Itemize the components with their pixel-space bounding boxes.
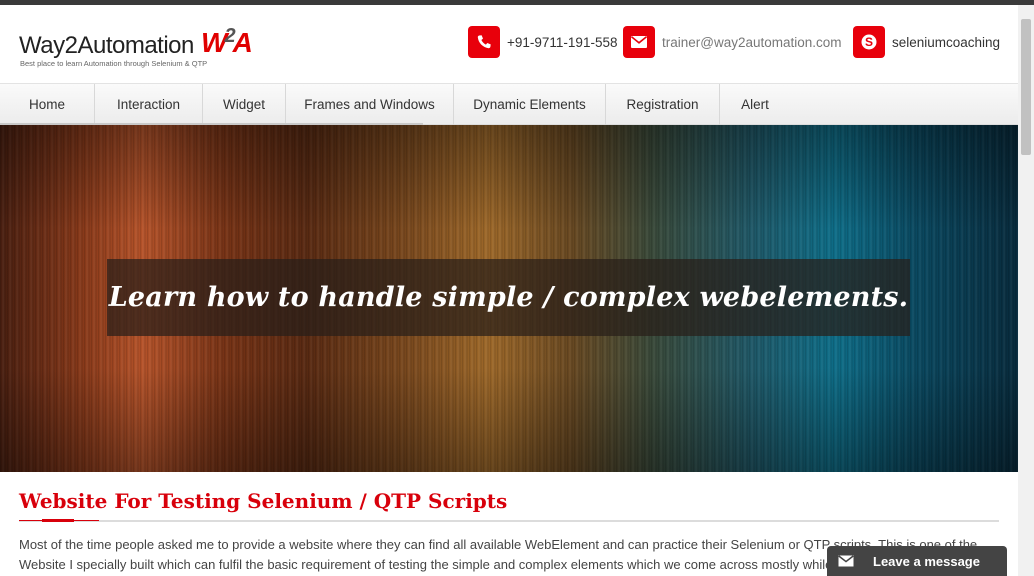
page-scrollbar[interactable]	[1018, 5, 1034, 576]
site-header: Way2Automation W2A Best place to learn A…	[0, 5, 1018, 83]
svg-text:S: S	[865, 35, 873, 49]
nav-item-home[interactable]: Home	[0, 84, 95, 125]
nav-item-frames-and-windows[interactable]: Frames and Windows	[286, 84, 454, 125]
nav-item-interaction[interactable]: Interaction	[95, 84, 203, 125]
hero-caption: Learn how to handle simple / complex web…	[107, 259, 910, 336]
nav-item-alert[interactable]: Alert	[720, 84, 790, 125]
title-divider	[19, 519, 999, 522]
skype-icon: S	[853, 26, 885, 58]
phone-number[interactable]: +91-9711-191-558	[507, 35, 617, 50]
page-title: Website For Testing Selenium / QTP Scrip…	[19, 489, 508, 513]
nav-item-registration[interactable]: Registration	[606, 84, 720, 125]
skype-id[interactable]: seleniumcoaching	[892, 35, 1000, 50]
scrollbar-thumb[interactable]	[1021, 19, 1031, 155]
email-contact: trainer@way2automation.com	[623, 26, 842, 58]
skype-contact: S seleniumcoaching	[853, 26, 1000, 58]
leave-message-label: Leave a message	[873, 553, 980, 569]
logo-tagline: Best place to learn Automation through S…	[20, 59, 208, 68]
site-logo[interactable]: Way2Automation W2A Best place to learn A…	[19, 25, 259, 77]
main-nav: Home Interaction Widget Frames and Windo…	[0, 83, 1018, 125]
phone-contact: +91-9711-191-558	[468, 26, 617, 58]
nav-item-dynamic-elements[interactable]: Dynamic Elements	[454, 84, 606, 125]
leave-message-button[interactable]: Leave a message	[827, 546, 1007, 576]
logo-mark: W2A	[201, 25, 253, 58]
email-link[interactable]: trainer@way2automation.com	[662, 35, 842, 50]
envelope-icon	[831, 546, 861, 576]
hero-banner: Learn how to handle simple / complex web…	[0, 125, 1018, 472]
phone-icon	[468, 26, 500, 58]
envelope-icon	[623, 26, 655, 58]
logo-text: Way2Automation	[19, 32, 194, 59]
nav-item-widget[interactable]: Widget	[203, 84, 286, 125]
title-divider-accent	[42, 519, 74, 522]
